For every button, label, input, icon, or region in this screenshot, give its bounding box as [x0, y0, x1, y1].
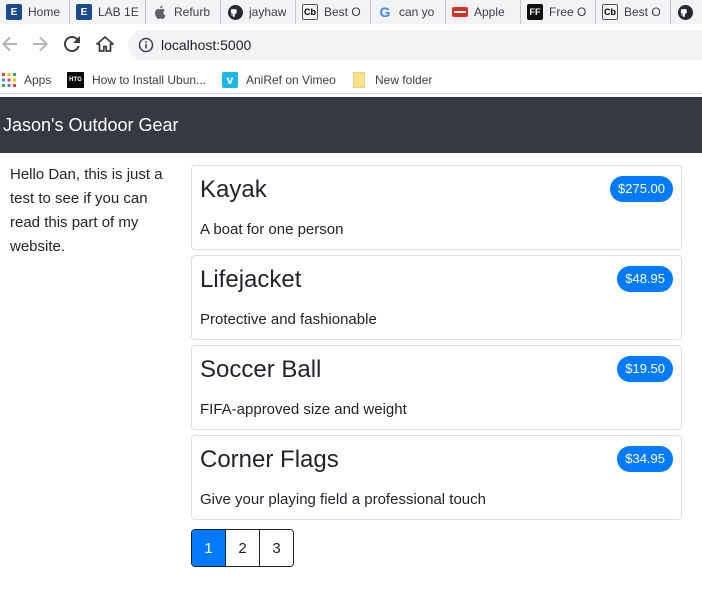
tab-label: Apple — [474, 5, 505, 19]
product-card: Kayak $275.00 A boat for one person — [191, 165, 682, 250]
back-arrow-icon — [2, 36, 17, 52]
tab-label: Home — [28, 5, 61, 19]
folder-icon — [353, 72, 365, 88]
browser-tab-github[interactable] — [671, 0, 698, 24]
bookmark-label: AniRef on Vimeo — [246, 73, 336, 87]
product-name: Lifejacket — [200, 266, 302, 293]
tab-label: Best O — [624, 5, 661, 19]
browser-toolbar: localhost:5000 — [0, 24, 702, 66]
reload-button[interactable] — [60, 32, 84, 56]
sidebar-text: Hello Dan, this is just a test to see if… — [10, 166, 163, 255]
product-name: Kayak — [200, 176, 267, 203]
e-square-icon: E — [76, 4, 92, 20]
bookmark-label: New folder — [375, 73, 433, 87]
address-bar[interactable]: localhost:5000 — [128, 30, 702, 60]
price-badge: $34.95 — [617, 446, 673, 472]
cb-icon: Cb — [602, 4, 618, 20]
tab-label: Refurb — [174, 5, 211, 19]
vimeo-icon: v — [222, 72, 238, 88]
google-icon: G — [379, 4, 391, 20]
browser-tab-jayhaw[interactable]: jayhaw — [221, 0, 296, 24]
home-button[interactable] — [93, 32, 117, 56]
ff-icon: FF — [527, 4, 543, 20]
price-badge: $275.00 — [610, 176, 673, 202]
product-description: A boat for one person — [200, 221, 344, 238]
product-card: Soccer Ball $19.50 FIFA-approved size an… — [191, 345, 682, 430]
apple-site-icon — [452, 4, 468, 20]
browser-tab-home[interactable]: E Home — [0, 0, 70, 24]
reload-icon — [64, 36, 80, 52]
htg-icon: HTG — [67, 72, 84, 88]
forward-arrow-icon — [33, 36, 48, 52]
product-description: FIFA-approved size and weight — [200, 401, 407, 418]
tab-label: LAB 1E — [98, 5, 139, 19]
product-card: Lifejacket $48.95 Protective and fashion… — [191, 255, 682, 340]
product-name: Soccer Ball — [200, 356, 322, 383]
bookmark-label: How to Install Ubun... — [92, 73, 207, 87]
apps-grid-icon — [2, 73, 16, 87]
bookmarks-bar: Apps HTG How to Install Ubun... v AniRef… — [0, 66, 702, 94]
product-card: Corner Flags $34.95 Give your playing fi… — [191, 435, 682, 520]
tab-label: jayhaw — [249, 5, 287, 19]
back-button[interactable] — [0, 32, 22, 56]
pagination: 1 2 3 — [191, 529, 294, 567]
browser-tab-google[interactable]: G can yo — [371, 0, 446, 24]
bookmark-htg[interactable]: HTG How to Install Ubun... — [67, 71, 206, 89]
browser-tab-best-o-2[interactable]: Cb Best O — [596, 0, 671, 24]
site-navbar: Jason's Outdoor Gear — [0, 97, 702, 153]
bookmark-label: Apps — [24, 73, 52, 87]
bookmark-vimeo[interactable]: v AniRef on Vimeo — [222, 71, 336, 89]
brand-title[interactable]: Jason's Outdoor Gear — [3, 115, 179, 136]
browser-tab-refurb[interactable]: Refurb — [146, 0, 221, 24]
github-icon — [677, 4, 693, 20]
product-description: Protective and fashionable — [200, 311, 377, 328]
page-button-2[interactable]: 2 — [225, 530, 259, 566]
browser-tab-free-o[interactable]: FF Free O — [521, 0, 596, 24]
tab-label: Best O — [324, 5, 361, 19]
home-icon — [96, 36, 114, 52]
price-badge: $48.95 — [617, 266, 673, 292]
bookmark-apps[interactable]: Apps — [2, 71, 51, 89]
browser-tab-best-o[interactable]: Cb Best O — [296, 0, 371, 24]
product-description: Give your playing field a professional t… — [200, 491, 486, 508]
tab-label: can yo — [399, 5, 435, 19]
apple-icon — [152, 4, 168, 20]
page-button-1[interactable]: 1 — [192, 530, 225, 566]
url-text: localhost:5000 — [161, 37, 252, 53]
price-badge: $19.50 — [617, 356, 673, 382]
bookmark-new-folder[interactable]: New folder — [353, 71, 432, 89]
forward-button[interactable] — [28, 32, 52, 56]
product-name: Corner Flags — [200, 446, 339, 473]
cb-icon: Cb — [302, 4, 318, 20]
e-square-icon: E — [6, 4, 22, 20]
tab-label: Free O — [549, 5, 587, 19]
browser-tab-lab[interactable]: E LAB 1E — [70, 0, 146, 24]
browser-tab-apple[interactable]: Apple — [446, 0, 521, 24]
browser-tab-strip: E Home E LAB 1E Refurb jayhaw Cb Best O … — [0, 0, 702, 24]
info-icon[interactable] — [138, 37, 154, 53]
page-button-3[interactable]: 3 — [259, 530, 293, 566]
github-icon — [227, 4, 243, 20]
